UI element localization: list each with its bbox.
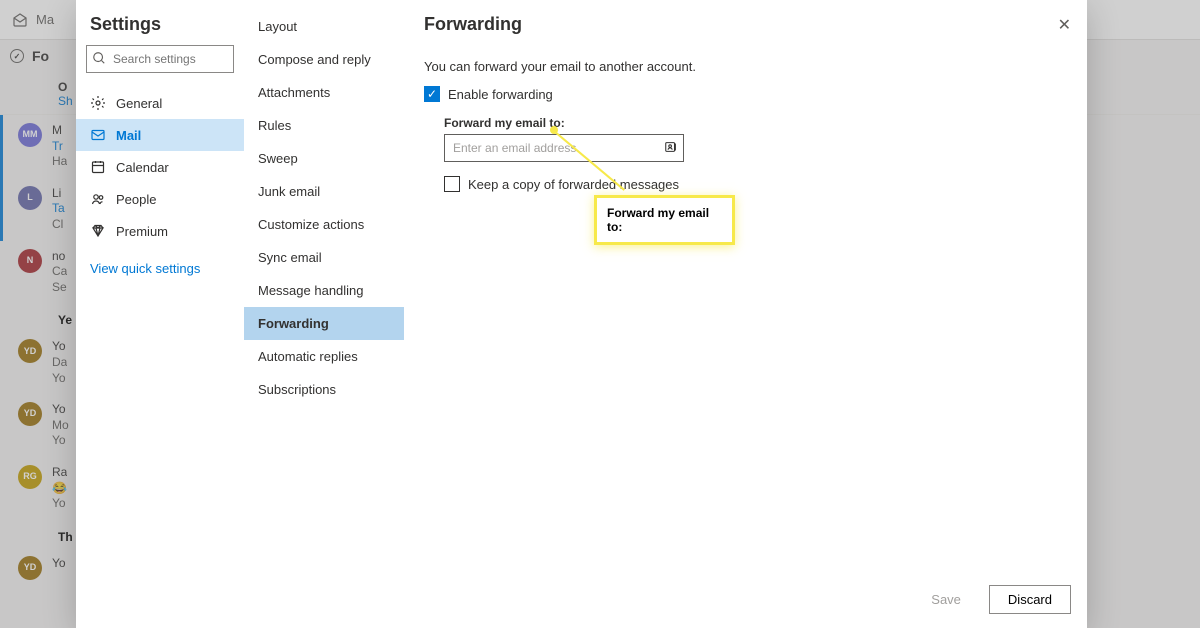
subnav-message-handling[interactable]: Message handling — [244, 274, 404, 307]
subnav-junk-email[interactable]: Junk email — [244, 175, 404, 208]
enable-forwarding-checkbox[interactable]: ✓ — [424, 86, 440, 102]
nav-item-calendar[interactable]: Calendar — [76, 151, 244, 183]
search-icon — [92, 51, 106, 65]
callout-line — [554, 130, 555, 131]
settings-modal: Settings General Mail Calendar People Premiu… — [76, 0, 1087, 628]
subnav-subscriptions[interactable]: Subscriptions — [244, 373, 404, 406]
settings-pane: Forwarding ✕ You can forward your email … — [404, 0, 1087, 628]
diamond-icon — [90, 223, 106, 239]
nav-item-general[interactable]: General — [76, 87, 244, 119]
subnav-attachments[interactable]: Attachments — [244, 76, 404, 109]
subnav-forwarding[interactable]: Forwarding — [244, 307, 404, 340]
pane-title: Forwarding — [424, 14, 522, 35]
gear-icon — [90, 95, 106, 111]
close-icon[interactable]: ✕ — [1058, 15, 1071, 35]
save-button: Save — [913, 585, 979, 614]
subnav-sync-email[interactable]: Sync email — [244, 241, 404, 274]
keep-copy-checkbox[interactable] — [444, 176, 460, 192]
nav-item-people[interactable]: People — [76, 183, 244, 215]
settings-sidebar: Settings General Mail Calendar People Premiu… — [76, 0, 244, 628]
subnav-automatic-replies[interactable]: Automatic replies — [244, 340, 404, 373]
subnav-sweep[interactable]: Sweep — [244, 142, 404, 175]
subnav-rules[interactable]: Rules — [244, 109, 404, 142]
search-input[interactable] — [86, 45, 234, 73]
people-icon — [90, 191, 106, 207]
nav-label: General — [116, 96, 162, 111]
nav-label: People — [116, 192, 156, 207]
discard-button[interactable]: Discard — [989, 585, 1071, 614]
enable-forwarding-label: Enable forwarding — [448, 87, 553, 102]
settings-title: Settings — [76, 8, 244, 45]
nav-label: Premium — [116, 224, 168, 239]
forward-to-label: Forward my email to: — [444, 116, 1067, 130]
subnav-customize-actions[interactable]: Customize actions — [244, 208, 404, 241]
view-quick-settings[interactable]: View quick settings — [76, 247, 244, 290]
pane-desc: You can forward your email to another ac… — [424, 59, 1067, 74]
contacts-picker-icon[interactable] — [664, 140, 678, 154]
mail-subnav: LayoutCompose and replyAttachmentsRulesS… — [244, 0, 404, 628]
calendar-icon — [90, 159, 106, 175]
settings-search[interactable] — [86, 45, 234, 73]
nav-item-premium[interactable]: Premium — [76, 215, 244, 247]
nav-item-mail[interactable]: Mail — [76, 119, 244, 151]
keep-copy-label: Keep a copy of forwarded messages — [468, 177, 679, 192]
subnav-compose-and-reply[interactable]: Compose and reply — [244, 43, 404, 76]
mail-icon — [90, 127, 106, 143]
callout-highlight: Forward my email to: — [594, 195, 735, 245]
nav-label: Calendar — [116, 160, 169, 175]
nav-label: Mail — [116, 128, 141, 143]
subnav-layout[interactable]: Layout — [244, 10, 404, 43]
